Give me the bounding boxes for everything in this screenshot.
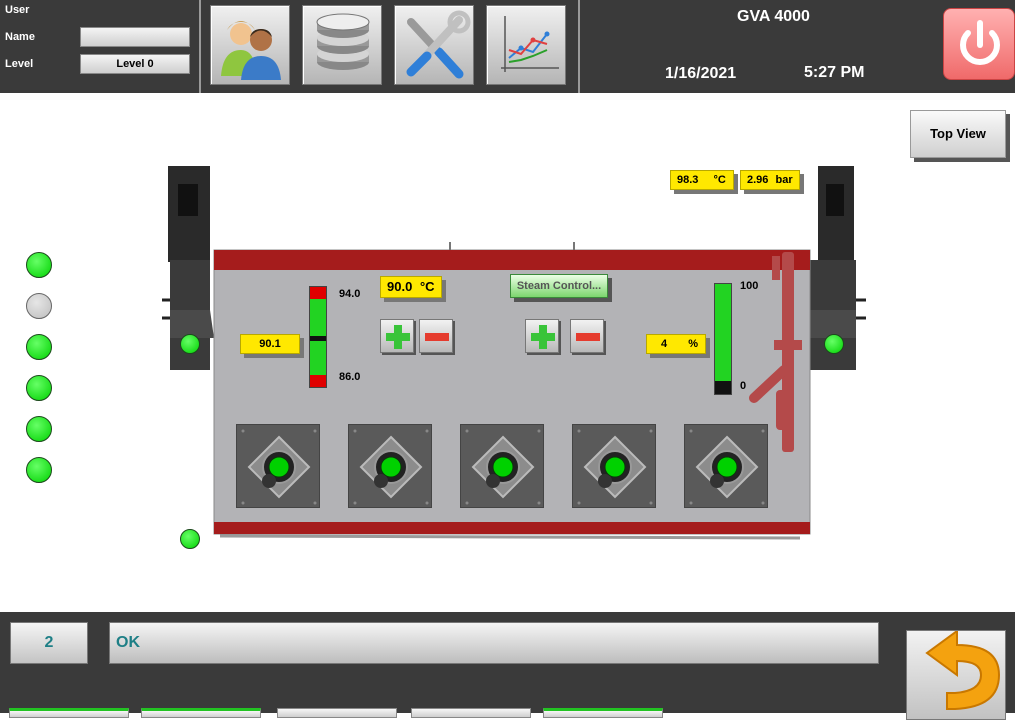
- steam-scale-min: 0: [740, 380, 747, 392]
- steam-output-bar: [714, 283, 732, 395]
- machine-title: GVA 4000: [737, 8, 810, 25]
- name-label: Name: [5, 31, 35, 43]
- burner-icon: [241, 429, 317, 505]
- footer-tab[interactable]: [9, 708, 129, 718]
- divider: [199, 0, 201, 93]
- steam-control-button[interactable]: Steam Control...: [510, 274, 608, 298]
- footer-tab[interactable]: [141, 708, 261, 718]
- tools-icon: [406, 10, 471, 79]
- trend-chart-icon: [501, 16, 559, 72]
- burner-2[interactable]: [348, 424, 432, 508]
- users-icon: [221, 21, 281, 80]
- steam-scale-max: 100: [740, 280, 759, 292]
- temp-scale-min: 86.0: [339, 371, 361, 383]
- burner-icon: [465, 429, 541, 505]
- database-button[interactable]: [302, 5, 382, 85]
- return-button[interactable]: [906, 629, 1006, 720]
- temperature-bar: [309, 286, 327, 388]
- level-label: Level: [5, 58, 34, 70]
- tools-button[interactable]: [394, 5, 474, 85]
- divider: [578, 0, 580, 93]
- bottom-bar: 2 OK: [0, 612, 1015, 720]
- top-toolbar: User Name Level Level 0 GVA 4000 1/16/20…: [0, 0, 1015, 93]
- steam-pressure-value: 2.96: [747, 174, 769, 186]
- top-view-button[interactable]: Top View: [910, 110, 1006, 158]
- current-date: 1/16/2021: [665, 65, 737, 82]
- users-button[interactable]: [210, 5, 290, 85]
- temp-decrease-button[interactable]: [419, 319, 453, 353]
- orange-return-arrow-icon: [925, 629, 1001, 710]
- status-indicator-5: [26, 416, 52, 442]
- bottom-indicator: [180, 529, 200, 549]
- temperature-level-marker: [310, 336, 326, 341]
- burner-3[interactable]: [460, 424, 544, 508]
- status-indicator-4: [26, 375, 52, 401]
- footer-tab[interactable]: [277, 708, 397, 718]
- power-icon: [960, 20, 1000, 66]
- current-time: 5:27 PM: [804, 64, 865, 81]
- temp-increase-button[interactable]: [380, 319, 414, 353]
- footer-tab[interactable]: [411, 708, 531, 718]
- steam-temp-readout: 98.3 °C: [670, 170, 734, 190]
- steam-increase-button[interactable]: [525, 319, 559, 353]
- status-indicator-1: [26, 252, 52, 278]
- steam-pressure-readout: 2.96 bar: [740, 170, 800, 190]
- steam-temp-value: 98.3: [677, 174, 699, 186]
- burner-icon: [353, 429, 429, 505]
- current-temp-readout: 90.1: [240, 334, 300, 354]
- plus-icon: [531, 325, 555, 349]
- left-burner-indicator: [180, 334, 200, 354]
- steam-percent-readout: 4 %: [646, 334, 706, 354]
- user-level-field: Level 0: [80, 54, 190, 74]
- alarm-message-bar[interactable]: OK: [109, 622, 879, 664]
- burner-4[interactable]: [572, 424, 656, 508]
- footer-tab[interactable]: [543, 708, 663, 718]
- plus-icon: [386, 325, 410, 349]
- steam-percent-value: 4: [661, 338, 668, 350]
- trends-button[interactable]: [486, 5, 566, 85]
- burner-icon: [577, 429, 653, 505]
- burner-1[interactable]: [236, 424, 320, 508]
- power-button[interactable]: [943, 8, 1015, 80]
- minus-icon: [425, 333, 449, 341]
- temp-scale-max: 94.0: [339, 288, 361, 300]
- steam-decrease-button[interactable]: [570, 319, 604, 353]
- setpoint-temp-unit: °C: [419, 279, 435, 294]
- burner-icon: [689, 429, 765, 505]
- steam-pressure-unit: bar: [775, 174, 793, 186]
- steam-temp-unit: °C: [713, 174, 726, 186]
- database-icon: [316, 13, 370, 70]
- right-burner-indicator: [824, 334, 844, 354]
- steam-output-fill: [715, 284, 731, 381]
- steam-percent-unit: %: [688, 338, 698, 350]
- status-indicator-3: [26, 334, 52, 360]
- burner-5[interactable]: [684, 424, 768, 508]
- setpoint-temp-value: 90.0: [387, 279, 413, 294]
- status-indicator-2: [26, 293, 52, 319]
- alarm-count[interactable]: 2: [10, 622, 88, 664]
- user-name-field[interactable]: [80, 27, 190, 47]
- user-label: User: [5, 4, 30, 16]
- status-indicator-6: [26, 457, 52, 483]
- setpoint-temp-field[interactable]: 90.0 °C: [380, 276, 442, 298]
- minus-icon: [576, 333, 600, 341]
